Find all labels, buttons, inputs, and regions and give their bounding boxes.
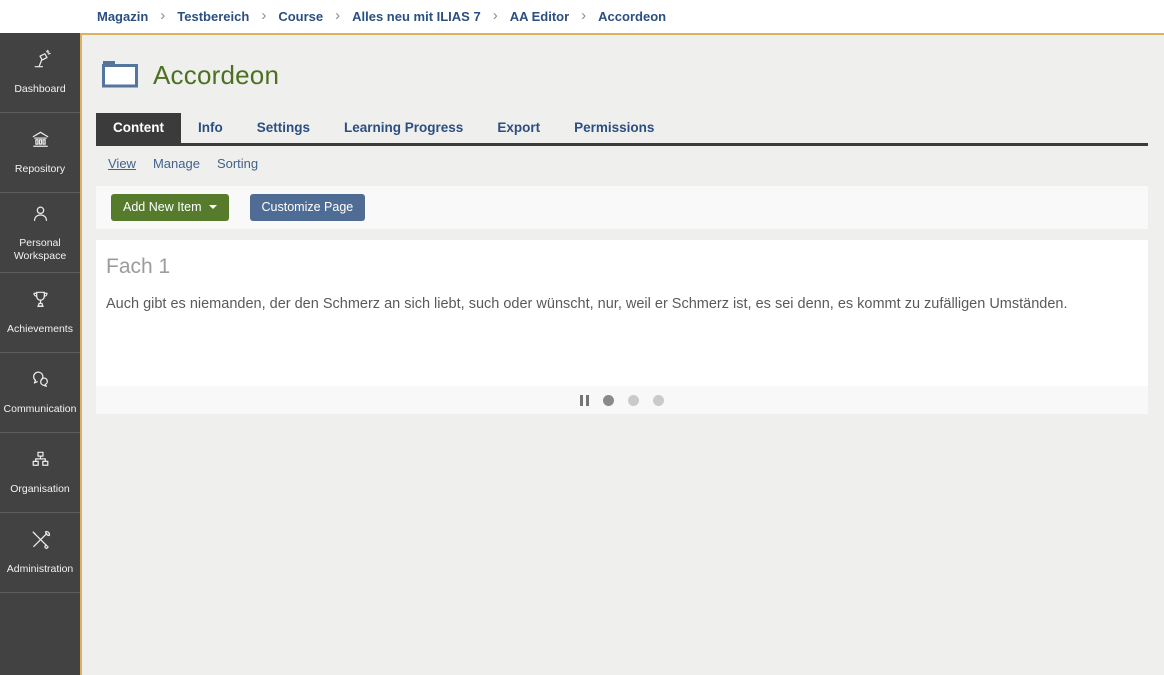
carousel-controls [96, 386, 1148, 414]
organisation-icon [29, 448, 52, 476]
sidebar-item-label: Organisation [10, 483, 70, 496]
tab-info[interactable]: Info [181, 113, 240, 143]
breadcrumb-item-testbereich[interactable]: Testbereich [177, 9, 249, 24]
tab-bar: Content Info Settings Learning Progress … [96, 113, 1148, 146]
personal-workspace-icon [29, 202, 52, 230]
sidebar-filler [0, 593, 80, 675]
add-new-item-button[interactable]: Add New Item [111, 194, 229, 221]
slide-body: Auch gibt es niemanden, der den Schmerz … [106, 294, 1138, 315]
breadcrumb-item-magazin[interactable]: Magazin [97, 9, 148, 24]
accordion-slide: Fach 1 Auch gibt es niemanden, der den S… [96, 240, 1148, 386]
chevron-right-icon: › [261, 7, 266, 24]
carousel-dot-1[interactable] [603, 395, 614, 406]
tab-content[interactable]: Content [96, 113, 181, 143]
carousel-dot-3[interactable] [653, 395, 664, 406]
tab-export[interactable]: Export [480, 113, 557, 143]
sidebar-item-communication[interactable]: Communication [0, 353, 80, 433]
customize-page-button[interactable]: Customize Page [250, 194, 366, 221]
sidebar-item-administration[interactable]: Administration [0, 513, 80, 593]
subtab-bar: View Manage Sorting [96, 156, 1148, 171]
caret-down-icon [209, 205, 217, 209]
sidebar-item-label: Dashboard [14, 83, 65, 96]
tab-settings[interactable]: Settings [240, 113, 327, 143]
slide-heading: Fach 1 [106, 255, 1138, 279]
pause-button[interactable] [580, 395, 589, 406]
sidebar-item-personal-workspace[interactable]: Personal Workspace [0, 193, 80, 273]
add-new-item-label: Add New Item [123, 200, 202, 214]
sidebar: Dashboard Repository Personal Workspace … [0, 33, 82, 675]
repository-icon [29, 128, 52, 156]
sidebar-item-dashboard[interactable]: Dashboard [0, 33, 80, 113]
breadcrumb-item-alles-neu-mit-ilias-7[interactable]: Alles neu mit ILIAS 7 [352, 9, 481, 24]
chevron-right-icon: › [335, 7, 340, 24]
breadcrumb-item-accordeon[interactable]: Accordeon [598, 9, 666, 24]
chevron-right-icon: › [160, 7, 165, 24]
achievements-icon [29, 288, 52, 316]
sidebar-item-repository[interactable]: Repository [0, 113, 80, 193]
page-title: Accordeon [153, 60, 279, 91]
carousel-dot-2[interactable] [628, 395, 639, 406]
dashboard-icon [29, 48, 52, 76]
chevron-right-icon: › [493, 7, 498, 24]
folder-icon [101, 57, 139, 93]
sidebar-item-label: Administration [7, 563, 74, 576]
sidebar-item-label: Communication [4, 403, 77, 416]
subtab-sorting[interactable]: Sorting [217, 156, 258, 171]
chevron-right-icon: › [581, 7, 586, 24]
sidebar-item-label: Personal Workspace [3, 237, 77, 263]
communication-icon [29, 368, 52, 396]
breadcrumb: Magazin › Testbereich › Course › Alles n… [0, 0, 1164, 33]
breadcrumb-item-course[interactable]: Course [278, 9, 323, 24]
tab-permissions[interactable]: Permissions [557, 113, 671, 143]
administration-icon [29, 528, 52, 556]
subtab-view[interactable]: View [108, 156, 136, 171]
toolbar: Add New Item Customize Page [96, 186, 1148, 229]
sidebar-item-organisation[interactable]: Organisation [0, 433, 80, 513]
main-content: Accordeon Content Info Settings Learning… [82, 33, 1164, 675]
breadcrumb-item-aa-editor[interactable]: AA Editor [510, 9, 569, 24]
tab-learning-progress[interactable]: Learning Progress [327, 113, 480, 143]
sidebar-item-label: Achievements [7, 323, 73, 336]
sidebar-item-achievements[interactable]: Achievements [0, 273, 80, 353]
subtab-manage[interactable]: Manage [153, 156, 200, 171]
page-header: Accordeon [82, 35, 1164, 93]
sidebar-item-label: Repository [15, 163, 65, 176]
